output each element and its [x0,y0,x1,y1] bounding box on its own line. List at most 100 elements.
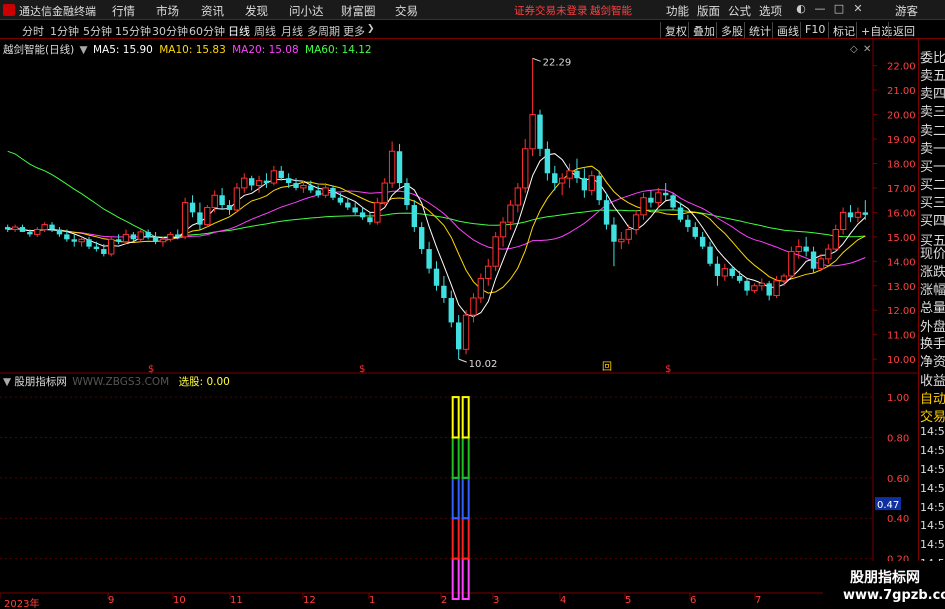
tool-multi-stock[interactable]: 多股 [716,22,747,38]
maximize-icon[interactable]: □ [831,2,847,18]
menu-function[interactable]: 功能 [666,3,689,19]
candle-body [145,231,151,237]
x-label: 6 [690,595,697,606]
x-label: 12 [303,595,316,606]
sub-chart-header: ▼ 股朋指标网 WWW.ZBGS3.COM 选股: 0.00 [3,374,230,389]
candle-body [322,187,329,196]
period-daily[interactable]: 日线 [228,23,250,39]
menu-wealth[interactable]: 财富圈 [341,3,376,19]
menu-market[interactable]: 市场 [156,3,179,19]
close-icon[interactable]: ✕ [850,2,866,18]
candle-body [278,170,284,179]
x-label: 7 [755,595,762,606]
candle-body [758,282,765,287]
x-label: 3 [493,595,500,606]
menu-trade[interactable]: 交易 [395,3,418,19]
menu-news[interactable]: 资讯 [201,3,224,19]
candle-body [795,246,802,253]
tool-draw-line[interactable]: 画线 [772,22,803,38]
sub-y-tick: 1.00 [887,393,909,404]
side-panel-item[interactable]: 自动 [920,388,945,407]
candle-body [529,114,536,150]
side-panel-item: 收益 [920,374,945,389]
candle-body [685,219,691,228]
candle-body [773,280,780,297]
menu-options[interactable]: 选项 [759,3,782,19]
tool-restore-rights[interactable]: 复权 [660,22,691,38]
kline-chart[interactable]: 22.0021.0020.0019.0018.0017.0016.0015.00… [0,39,918,609]
side-panel-item: 买四 [920,214,945,229]
side-panel-item: 卖三 [920,105,945,120]
candle-body [64,234,70,240]
candle-body [677,207,684,220]
dropdown-icon[interactable]: ▼ [80,44,88,56]
tool-overlay[interactable]: 叠加 [688,22,719,38]
candle-body [181,202,189,238]
menu-discover[interactable]: 发现 [245,3,268,19]
candle-body [19,227,26,232]
ma20-value: 15.08 [268,44,299,56]
menu-formula[interactable]: 公式 [728,3,751,19]
ma10-value: 15.83 [195,44,226,56]
side-panel-item: 14:56 [920,463,945,476]
period-more[interactable]: 更多 [343,23,365,39]
candle-body [537,114,543,149]
minimize-icon[interactable]: — [812,2,828,18]
candle-body [780,275,788,282]
side-panel-item: 卖五 [920,69,945,84]
signal-bar-segment [451,396,460,439]
side-panel-item: 总量 [920,301,945,316]
candle-body [736,275,743,281]
period-1min[interactable]: 1分钟 [50,23,79,39]
candle-body [49,224,55,230]
side-panel-item: 14:56 [920,501,945,514]
candle-body [78,238,85,243]
candle-body [93,246,100,250]
candle-body [293,183,299,188]
candle-body [596,175,602,201]
menu-layout[interactable]: 版面 [697,3,720,19]
candle-body [655,192,662,204]
signal-bar-segment [461,396,470,439]
stock-label: 越剑智能(日线) [3,44,75,56]
x-label: 2 [441,595,448,606]
tool-f10[interactable]: F10 [800,22,829,38]
tool-back[interactable]: 返回 [888,22,919,38]
period-30min[interactable]: 30分钟 [152,23,188,39]
candle-body [315,190,321,196]
signal-bar-segment [451,436,460,479]
login-status[interactable]: 证券交易未登录 [514,3,588,18]
side-panel-item: 涨跌 [920,265,945,280]
candle-body [130,234,137,240]
side-panel-item: 涨幅 [920,283,945,298]
candle-body [707,246,713,264]
candle-body [330,187,336,198]
watermark-url: www.7gpzb.com [843,588,945,603]
sub-y-tick: 0.47 [877,500,899,511]
period-monthly[interactable]: 月线 [281,23,303,39]
ma10-name: MA10 [159,44,189,56]
candle-body [108,238,115,255]
period-5min[interactable]: 5分钟 [83,23,112,39]
side-panel-item: 卖四 [920,87,945,102]
app-logo-icon [3,4,15,16]
period-multi[interactable]: 多周期 [307,23,340,39]
menu-quotes[interactable]: 行情 [112,3,135,19]
tool-statistics[interactable]: 统计 [744,22,775,38]
candle-body [625,229,632,240]
sub-dropdown-icon[interactable]: ▼ [3,376,11,388]
more-chevron-icon[interactable]: ❯ [367,24,375,34]
period-tick[interactable]: 分时 [22,23,44,39]
candle-body [618,238,625,243]
candle-body [27,231,33,235]
skin-icon[interactable]: ◐ [793,2,809,18]
x-label: 11 [230,595,243,606]
candle-body [248,178,255,186]
period-60min[interactable]: 60分钟 [189,23,225,39]
menu-ask[interactable]: 问小达 [289,3,324,19]
guest-label[interactable]: 游客 [895,3,918,19]
period-weekly[interactable]: 周线 [254,23,276,39]
tool-mark[interactable]: 标记 [828,22,859,38]
period-15min[interactable]: 15分钟 [115,23,151,39]
side-panel-item[interactable]: 交易 [920,406,945,425]
